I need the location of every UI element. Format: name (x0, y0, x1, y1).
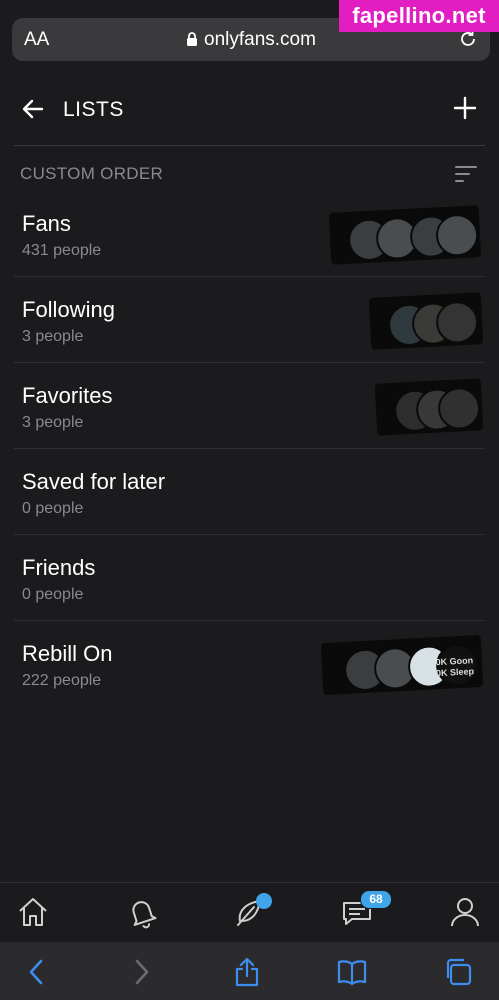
list-name: Fans (22, 211, 71, 236)
list-count: 3 people (22, 414, 84, 431)
bell-icon (132, 901, 157, 929)
list-count: 222 people (22, 672, 102, 689)
watermark: fapellino.net (339, 0, 499, 32)
sort-icon[interactable] (455, 164, 477, 184)
list-count: 0 people (22, 586, 84, 603)
browser-toolbar (0, 942, 499, 1000)
tab-home[interactable] (16, 895, 52, 931)
list-item-favorites[interactable]: Favorites 3 people (0, 363, 499, 449)
back-icon[interactable] (22, 957, 52, 987)
tab-messages[interactable]: 68 (340, 890, 392, 931)
home-icon (19, 898, 47, 926)
lock-icon (187, 32, 198, 46)
share-icon[interactable] (232, 957, 262, 987)
forward-icon[interactable] (126, 957, 156, 987)
list-item-following[interactable]: Following 3 people (0, 277, 499, 363)
list-name: Rebill On (22, 641, 113, 666)
list-count: 431 people (22, 242, 102, 259)
list-name: Following (22, 297, 115, 322)
tab-profile[interactable] (448, 895, 484, 931)
tab-notifications[interactable] (125, 895, 161, 931)
avatar-stack (368, 292, 484, 350)
avatar-stack: 10K Goon 10K Sleep (320, 634, 484, 696)
back-arrow-icon[interactable] (20, 96, 46, 122)
list-item-rebill-on[interactable]: Rebill On 222 people 10K Goon 10K Sleep (0, 621, 499, 707)
url-text: onlyfans.com (204, 29, 316, 50)
list-count: 0 people (22, 500, 84, 517)
add-list-icon[interactable] (453, 96, 477, 120)
avatar-caption: 10K Goon 10K Sleep (430, 655, 475, 679)
list-name: Friends (22, 555, 96, 580)
app-tab-bar: 68 (0, 882, 499, 943)
page-header: LISTS (0, 72, 499, 146)
sort-label: CUSTOM ORDER (20, 164, 164, 183)
page-title: LISTS (63, 98, 124, 121)
messages-badge: 68 (360, 890, 392, 909)
list-item-fans[interactable]: Fans 431 people (0, 191, 499, 277)
tab-new-post[interactable] (232, 893, 272, 931)
url-display[interactable]: onlyfans.com (12, 29, 490, 51)
reload-icon[interactable] (458, 29, 478, 49)
bookmarks-icon[interactable] (337, 957, 367, 987)
tabs-icon[interactable] (443, 957, 473, 987)
list-name: Saved for later (22, 469, 166, 494)
profile-icon (451, 898, 479, 927)
notification-dot (256, 893, 272, 909)
list-item-saved-for-later[interactable]: Saved for later 0 people (0, 449, 499, 535)
list-count: 3 people (22, 328, 84, 345)
lists-container: Fans 431 people Following 3 people Favor… (0, 191, 499, 707)
list-item-friends[interactable]: Friends 0 people (0, 535, 499, 621)
avatar-stack (374, 378, 484, 436)
avatar-stack (328, 205, 482, 265)
list-name: Favorites (22, 383, 113, 408)
divider (14, 145, 485, 146)
